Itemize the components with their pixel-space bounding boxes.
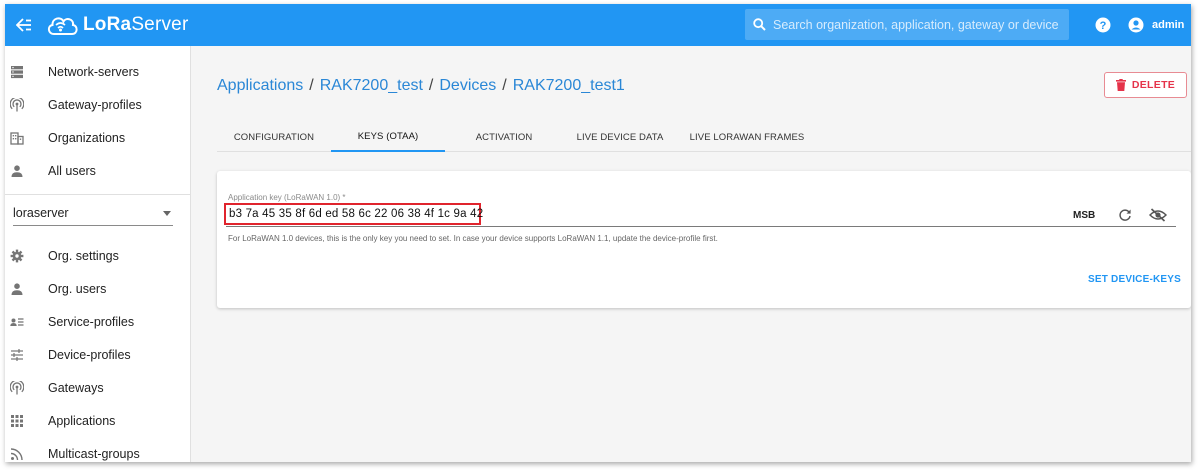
gear-icon bbox=[10, 249, 24, 263]
sidebar-item-all-users[interactable]: All users bbox=[5, 154, 191, 187]
sidebar-item-gateway-profiles[interactable]: Gateway-profiles bbox=[5, 88, 191, 121]
breadcrumb-separator: / bbox=[309, 77, 314, 94]
person-icon bbox=[10, 282, 24, 296]
tab-live-lorawan-frames[interactable]: LIVE LORAWAN FRAMES bbox=[679, 122, 815, 152]
svg-text:?: ? bbox=[1100, 20, 1107, 32]
breadcrumb-applications-link[interactable]: Applications bbox=[217, 77, 303, 95]
toggle-visibility-button[interactable] bbox=[1148, 208, 1168, 222]
user-menu-button[interactable]: admin bbox=[1122, 13, 1190, 37]
sidebar-item-multicast-groups[interactable]: Multicast-groups bbox=[5, 437, 191, 462]
organization-select-value: loraserver bbox=[13, 206, 69, 220]
sidebar-item-label: Device-profiles bbox=[48, 347, 131, 362]
refresh-icon bbox=[1119, 209, 1131, 221]
delete-button[interactable]: DELETE bbox=[1104, 72, 1187, 98]
sidebar-item-network-servers[interactable]: Network-servers bbox=[5, 55, 191, 88]
user-name: admin bbox=[1152, 19, 1185, 31]
delete-button-label: DELETE bbox=[1131, 79, 1176, 91]
sidebar-item-label: Gateway-profiles bbox=[48, 97, 142, 112]
breadcrumb-device-link[interactable]: RAK7200_test1 bbox=[513, 77, 625, 95]
breadcrumb-separator: / bbox=[502, 77, 507, 94]
sidebar-item-org-users[interactable]: Org. users bbox=[5, 272, 191, 305]
account-circle-icon bbox=[1128, 17, 1144, 33]
application-key-label: Application key (LoRaWAN 1.0) * bbox=[228, 193, 346, 202]
sidebar-item-label: Organizations bbox=[48, 130, 126, 145]
sidebar-item-label: Service-profiles bbox=[48, 314, 135, 329]
broadcast-icon bbox=[10, 380, 24, 395]
sidebar-item-label: Org. users bbox=[48, 281, 107, 296]
building-icon bbox=[10, 131, 24, 145]
sidebar-divider bbox=[5, 194, 191, 195]
breadcrumb-separator: / bbox=[428, 77, 434, 94]
application-key-highlight[interactable]: b3 7a 45 35 8f 6d ed 58 6c 22 06 38 4f 1… bbox=[224, 203, 483, 225]
application-key-input[interactable]: b3 7a 45 35 8f 6d ed 58 6c 22 06 38 4f 1… bbox=[229, 208, 483, 220]
sidebar-item-label: Gateways bbox=[48, 380, 104, 395]
sidebar-item-device-profiles[interactable]: Device-profiles bbox=[5, 338, 191, 371]
organization-select[interactable]: loraserver bbox=[13, 201, 173, 226]
help-circle-icon: ? bbox=[1095, 17, 1111, 33]
sidebar-item-gateways[interactable]: Gateways bbox=[5, 371, 191, 404]
sidebar-item-applications[interactable]: Applications bbox=[5, 404, 191, 437]
broadcast-icon bbox=[10, 97, 24, 112]
breadcrumb-devices-link[interactable]: Devices bbox=[439, 77, 496, 95]
rss-icon bbox=[10, 447, 24, 461]
application-key-underline bbox=[226, 226, 1176, 227]
search-box[interactable] bbox=[745, 9, 1069, 40]
keys-card: Application key (LoRaWAN 1.0) * b3 7a 45… bbox=[217, 171, 1191, 308]
help-button[interactable]: ? bbox=[1095, 17, 1111, 33]
tab-activation[interactable]: ACTIVATION bbox=[447, 122, 561, 152]
breadcrumb-application-link[interactable]: RAK7200_test bbox=[320, 77, 423, 95]
sidebar-item-service-profiles[interactable]: Service-profiles bbox=[5, 305, 191, 338]
tab-configuration[interactable]: CONFIGURATION bbox=[217, 122, 331, 152]
breadcrumb: Applications / RAK7200_test / Devices / … bbox=[217, 77, 625, 95]
chevron-down-icon bbox=[163, 211, 171, 216]
byte-order-toggle-button[interactable]: MSB bbox=[1073, 210, 1095, 221]
search-input[interactable] bbox=[773, 17, 1063, 32]
app-window: LoRaServer ? admin bbox=[5, 4, 1191, 462]
tab-keys-otaa[interactable]: KEYS (OTAA) bbox=[331, 122, 445, 152]
menu-collapse-icon bbox=[16, 18, 31, 32]
application-key-helper-text: For LoRaWAN 1.0 devices, this is the onl… bbox=[228, 234, 718, 243]
sidebar-item-label: All users bbox=[48, 163, 96, 178]
top-app-bar: LoRaServer ? admin bbox=[5, 4, 1191, 46]
apps-grid-icon bbox=[10, 414, 24, 428]
eye-off-icon bbox=[1148, 208, 1168, 222]
collapse-menu-button[interactable] bbox=[14, 15, 34, 35]
tab-live-device-data[interactable]: LIVE DEVICE DATA bbox=[563, 122, 677, 152]
trash-icon bbox=[1115, 79, 1126, 91]
generate-key-button[interactable] bbox=[1118, 208, 1132, 222]
logo-text: LoRaServer bbox=[83, 14, 189, 35]
server-icon bbox=[10, 65, 24, 79]
sidebar-item-label: Org. settings bbox=[48, 248, 119, 263]
sidebar-item-label: Network-servers bbox=[48, 64, 139, 79]
sidebar-item-label: Applications bbox=[48, 413, 116, 428]
sidebar-item-organizations[interactable]: Organizations bbox=[5, 121, 191, 154]
set-device-keys-button[interactable]: SET DEVICE-KEYS bbox=[1088, 274, 1181, 285]
tune-icon bbox=[10, 348, 24, 362]
person-icon bbox=[10, 164, 24, 178]
device-tabs: CONFIGURATION KEYS (OTAA) ACTIVATION LIV… bbox=[217, 122, 1191, 152]
cloud-logo-icon bbox=[47, 17, 78, 35]
search-icon bbox=[753, 18, 766, 31]
lora-server-logo[interactable]: LoRaServer bbox=[45, 10, 188, 40]
sidebar-item-org-settings[interactable]: Org. settings bbox=[5, 239, 191, 272]
sidebar-item-label: Multicast-groups bbox=[48, 446, 140, 461]
sidebar: Network-servers Gateway-profiles Organiz… bbox=[5, 46, 191, 462]
account-details-icon bbox=[10, 315, 24, 329]
